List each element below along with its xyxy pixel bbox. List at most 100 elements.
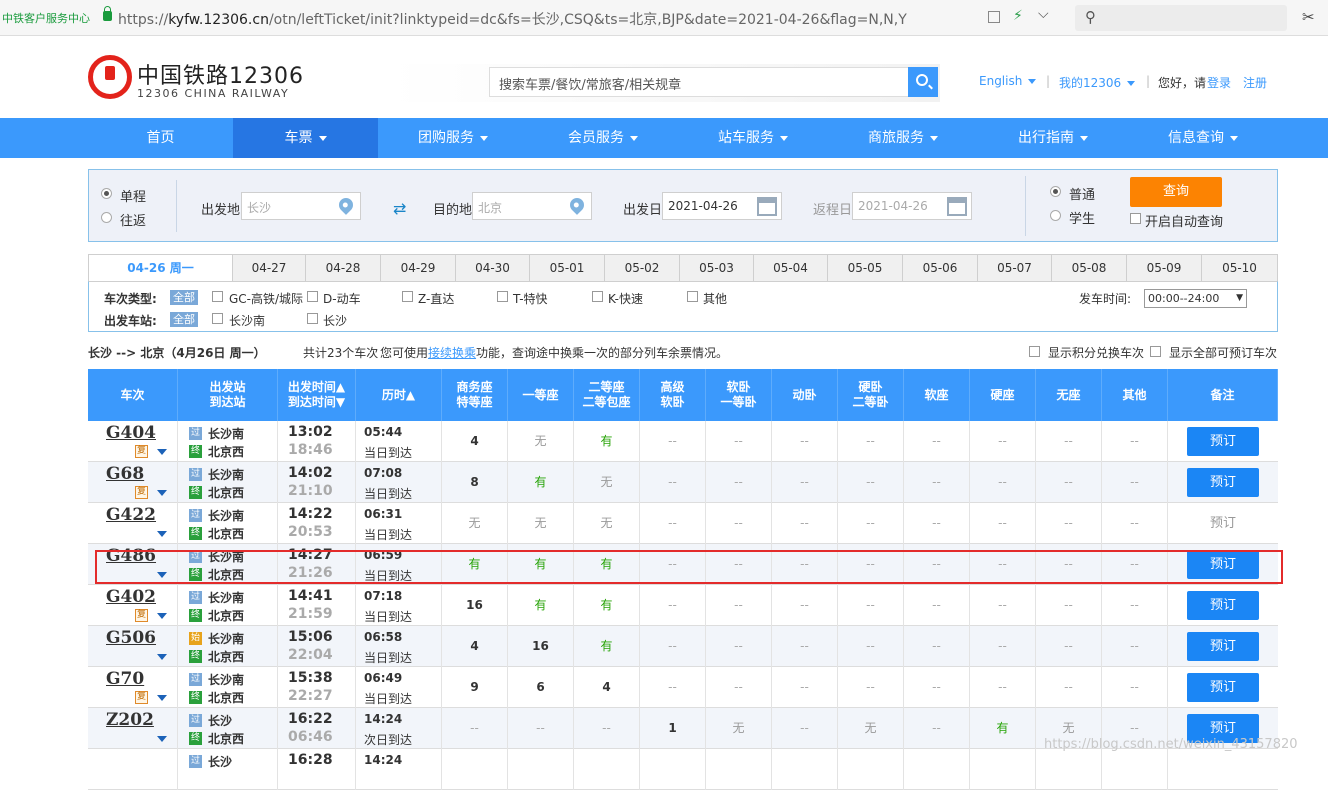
chevron-down-icon[interactable] (157, 449, 167, 455)
arrival-station[interactable]: 北京西 (208, 730, 244, 747)
book-button[interactable]: 预订 (1187, 591, 1259, 620)
train-number-link[interactable]: Z202 (106, 710, 154, 730)
date-tab[interactable]: 05-01 (530, 254, 605, 282)
all-types-tag[interactable]: 全部 (170, 290, 198, 305)
date-tab[interactable]: 04-26 周一 (88, 254, 233, 282)
book-button[interactable]: 预订 (1187, 427, 1259, 456)
transfer-link[interactable]: 接续换乘 (428, 346, 476, 360)
departure-station[interactable]: 长沙 (208, 712, 232, 729)
site-search-input[interactable]: 搜索车票/餐饮/常旅客/相关规章 (489, 67, 908, 97)
type-checkbox[interactable] (212, 291, 223, 302)
chevron-down-icon[interactable] (157, 736, 167, 742)
type-checkbox[interactable] (497, 291, 508, 302)
nav-business[interactable]: 商旅服务 (828, 118, 978, 158)
arrival-station[interactable]: 北京西 (208, 443, 244, 460)
date-tab[interactable]: 05-04 (754, 254, 828, 282)
arrival-station[interactable]: 北京西 (208, 484, 244, 501)
normal-ticket-label[interactable]: 普通 (1069, 184, 1095, 203)
train-number-link[interactable]: G506 (106, 628, 156, 648)
nav-station[interactable]: 站车服务 (678, 118, 828, 158)
one-way-label[interactable]: 单程 (120, 186, 146, 205)
date-tab[interactable]: 05-02 (605, 254, 680, 282)
nav-member[interactable]: 会员服务 (528, 118, 678, 158)
arrival-station[interactable]: 北京西 (208, 689, 244, 706)
one-way-radio[interactable] (101, 188, 112, 199)
date-tab[interactable]: 04-30 (456, 254, 530, 282)
return-date-input[interactable]: 2021-04-26 (852, 192, 972, 220)
type-checkbox[interactable] (307, 291, 318, 302)
chevron-down-icon[interactable] (157, 613, 167, 619)
lightning-icon[interactable]: ⚡ (1013, 8, 1023, 24)
to-input[interactable]: 北京 (472, 192, 592, 220)
nav-info[interactable]: 信息查询 (1128, 118, 1278, 158)
student-ticket-label[interactable]: 学生 (1069, 208, 1095, 227)
station-option[interactable]: 长沙 (323, 312, 347, 329)
date-tab[interactable]: 05-07 (978, 254, 1052, 282)
train-number-link[interactable]: G422 (106, 505, 156, 525)
train-number-link[interactable]: G70 (106, 669, 144, 689)
train-number-link[interactable]: G68 (106, 464, 144, 484)
chevron-down-icon[interactable] (157, 654, 167, 660)
type-option[interactable]: K-快速 (608, 290, 643, 307)
departure-station[interactable]: 长沙南 (208, 507, 244, 524)
date-tab[interactable]: 05-09 (1127, 254, 1202, 282)
date-tab[interactable]: 04-28 (306, 254, 381, 282)
swap-icon[interactable]: ⇄ (393, 199, 406, 218)
calendar-icon[interactable] (947, 197, 967, 216)
date-tab[interactable]: 05-06 (903, 254, 978, 282)
date-tab[interactable]: 05-03 (680, 254, 754, 282)
arrival-station[interactable]: 北京西 (208, 648, 244, 665)
normal-ticket-radio[interactable] (1050, 186, 1061, 197)
chevron-down-icon[interactable] (157, 490, 167, 496)
station-option[interactable]: 长沙南 (229, 312, 265, 329)
student-ticket-radio[interactable] (1050, 210, 1061, 221)
type-checkbox[interactable] (592, 291, 603, 302)
from-input[interactable]: 长沙 (241, 192, 361, 220)
type-option[interactable]: T-特快 (513, 290, 548, 307)
nav-tickets[interactable]: 车票 (233, 118, 378, 158)
chevron-down-icon[interactable] (157, 531, 167, 537)
my12306-link[interactable]: 我的12306 (1059, 74, 1136, 91)
register-link[interactable]: 注册 (1243, 74, 1267, 91)
calendar-icon[interactable] (757, 197, 777, 216)
column-header[interactable]: 历时▲ (356, 369, 442, 421)
round-trip-label[interactable]: 往返 (120, 210, 146, 229)
points-checkbox[interactable] (1029, 346, 1040, 357)
date-tab[interactable]: 05-08 (1052, 254, 1127, 282)
departure-station[interactable]: 长沙南 (208, 671, 244, 688)
column-header[interactable]: 出发时间▲ 到达时间▼ (278, 369, 356, 421)
departure-station[interactable]: 长沙南 (208, 466, 244, 483)
browser-search-box[interactable]: ⚲ (1075, 5, 1287, 31)
station-checkbox[interactable] (212, 313, 223, 324)
chevron-down-icon[interactable] (157, 695, 167, 701)
type-option[interactable]: GC-高铁/城际 (229, 290, 303, 307)
auto-query-checkbox[interactable] (1130, 213, 1141, 224)
points-label[interactable]: 显示积分兑换车次 (1048, 344, 1144, 361)
book-button[interactable]: 预订 (1187, 673, 1259, 702)
url-field[interactable]: https://kyfw.12306.cn/otn/leftTicket/ini… (118, 9, 907, 29)
bookable-label[interactable]: 显示全部可预订车次 (1169, 344, 1277, 361)
nav-group[interactable]: 团购服务 (378, 118, 528, 158)
departure-station[interactable]: 长沙 (208, 753, 232, 770)
arrival-station[interactable]: 北京西 (208, 607, 244, 624)
logo-title[interactable]: 中国铁路12306 (137, 58, 304, 90)
date-tab[interactable]: 05-10 (1202, 254, 1278, 282)
train-number-link[interactable]: G404 (106, 423, 156, 443)
query-button[interactable]: 查询 (1130, 177, 1222, 207)
language-link[interactable]: English (979, 74, 1037, 88)
all-stations-tag[interactable]: 全部 (170, 312, 198, 327)
depart-date-input[interactable]: 2021-04-26 (662, 192, 782, 220)
nav-home[interactable]: 首页 (88, 118, 233, 158)
date-tab[interactable]: 05-05 (828, 254, 903, 282)
type-option[interactable]: Z-直达 (418, 290, 454, 307)
chevron-down-icon[interactable]: ⌵ (1038, 6, 1049, 22)
book-button[interactable]: 预订 (1187, 632, 1259, 661)
arrival-station[interactable]: 北京西 (208, 525, 244, 542)
type-option[interactable]: 其他 (703, 290, 727, 307)
bookable-checkbox[interactable] (1150, 346, 1161, 357)
depart-time-select[interactable]: 00:00--24:00 (1144, 289, 1247, 308)
logo-icon[interactable] (88, 55, 132, 99)
type-checkbox[interactable] (402, 291, 413, 302)
train-number-link[interactable]: G402 (106, 587, 156, 607)
round-trip-radio[interactable] (101, 212, 112, 223)
